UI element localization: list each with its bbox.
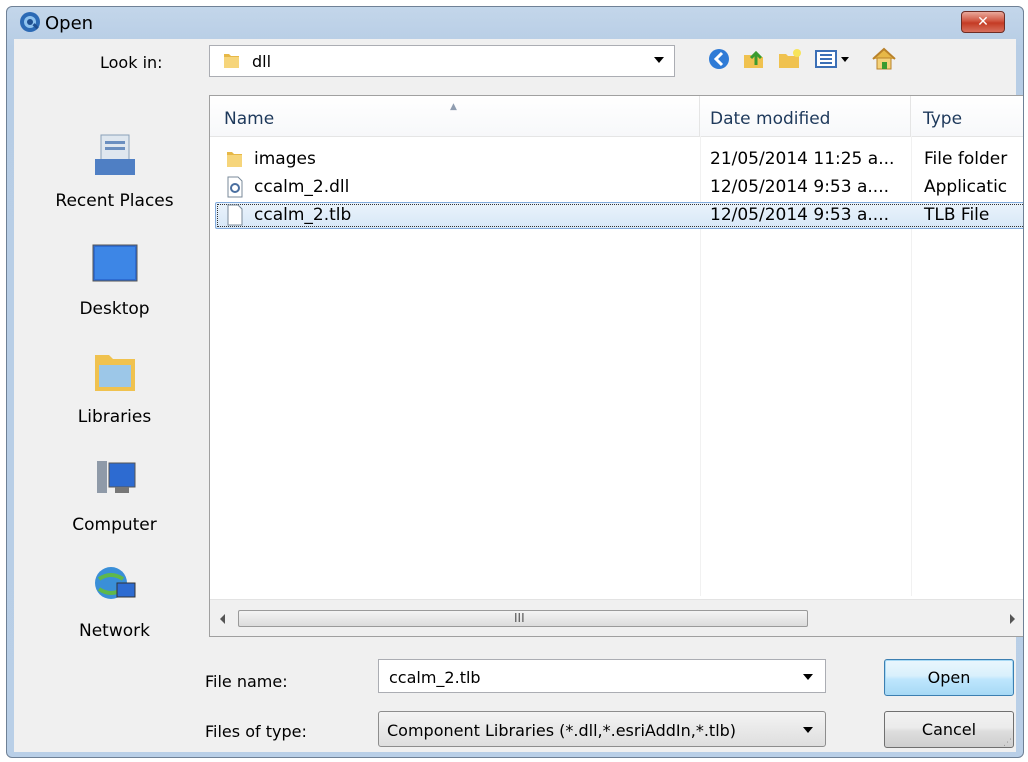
open-button[interactable]: Open [884,659,1014,696]
column-date-header[interactable]: Date modified [700,96,911,136]
file-row-images[interactable]: images 21/05/2014 11:25 a... File folder [210,146,1023,174]
home-icon[interactable] [870,45,898,73]
place-computer[interactable]: Computer [22,455,207,535]
look-in-combo[interactable]: dll [209,45,675,77]
column-name-header[interactable]: Name [210,96,700,136]
view-menu-icon[interactable] [812,45,852,73]
dialog-body: Look in: dll Recent Places Desktop Libra… [14,39,1023,752]
horizontal-scrollbar[interactable]: III [210,599,1023,636]
file-row-dll[interactable]: ccalm_2.dll 12/05/2014 9:53 a.... Applic… [210,174,1023,202]
open-dialog: Open ✕ Look in: dll Recent Places Deskto… [6,6,1024,758]
place-desktop[interactable]: Desktop [22,239,207,319]
column-type-header[interactable]: Type [911,96,1023,136]
cancel-button[interactable]: Cancel [884,711,1014,748]
network-icon [94,567,135,599]
place-label: Recent Places [55,191,174,211]
chevron-down-icon[interactable] [654,57,664,63]
file-name-input[interactable]: ccalm_2.tlb [378,659,826,693]
file-name: images [254,149,316,169]
up-folder-icon[interactable] [740,45,768,73]
scrollbar-thumb[interactable]: III [238,610,808,627]
file-icon [227,204,243,226]
file-date: 12/05/2014 9:53 a.... [710,177,889,197]
places-bar: Recent Places Desktop Libraries Computer [22,93,207,703]
file-date: 12/05/2014 9:53 a.... [710,205,889,225]
new-folder-icon[interactable] [776,45,804,73]
look-in-value: dll [252,52,272,71]
chevron-down-icon[interactable] [803,674,813,680]
file-date: 21/05/2014 11:25 a... [710,149,895,169]
computer-icon [96,461,135,493]
scrollbar-grip: III [514,611,525,625]
folder-icon [227,152,242,167]
place-label: Desktop [79,299,150,319]
resize-grip-icon[interactable]: ⋰ [1003,738,1012,748]
folder-icon [224,54,239,68]
place-label: Computer [72,515,157,535]
place-network[interactable]: Network [22,561,207,641]
chevron-down-icon[interactable] [803,727,813,733]
place-label: Network [79,621,150,641]
file-type-value: Component Libraries (*.dll,*.esriAddIn,*… [387,721,737,740]
file-row-tlb[interactable]: ccalm_2.tlb 12/05/2014 9:53 a.... TLB Fi… [210,202,1023,230]
dll-file-icon [227,176,243,198]
scroll-right-icon[interactable] [1010,614,1015,624]
window-title: Open [45,13,94,34]
file-name: ccalm_2.dll [254,177,350,197]
title-bar[interactable]: Open ✕ [7,7,1023,41]
file-type-combo[interactable]: Component Libraries (*.dll,*.esriAddIn,*… [378,711,826,747]
file-type: Applicatic [924,177,1008,197]
file-list[interactable]: ▲ Name Date modified Type images 21/05/2… [209,95,1023,637]
back-icon[interactable] [705,45,733,73]
desktop-icon [92,244,137,282]
file-name: ccalm_2.tlb [254,205,352,225]
libraries-icon [94,355,135,391]
place-label: Libraries [77,407,152,427]
close-button[interactable]: ✕ [961,11,1005,33]
file-type: TLB File [924,205,990,225]
look-in-label: Look in: [100,53,163,72]
app-globe-icon [20,12,40,32]
place-libraries[interactable]: Libraries [22,347,207,427]
file-name-value: ccalm_2.tlb [389,668,481,687]
place-recent-places[interactable]: Recent Places [22,131,207,211]
file-type: File folder [924,149,1008,169]
recent-places-icon [94,134,135,175]
file-type-label: Files of type: [205,722,307,741]
file-name-label: File name: [205,672,288,691]
scroll-left-icon[interactable] [220,614,225,624]
